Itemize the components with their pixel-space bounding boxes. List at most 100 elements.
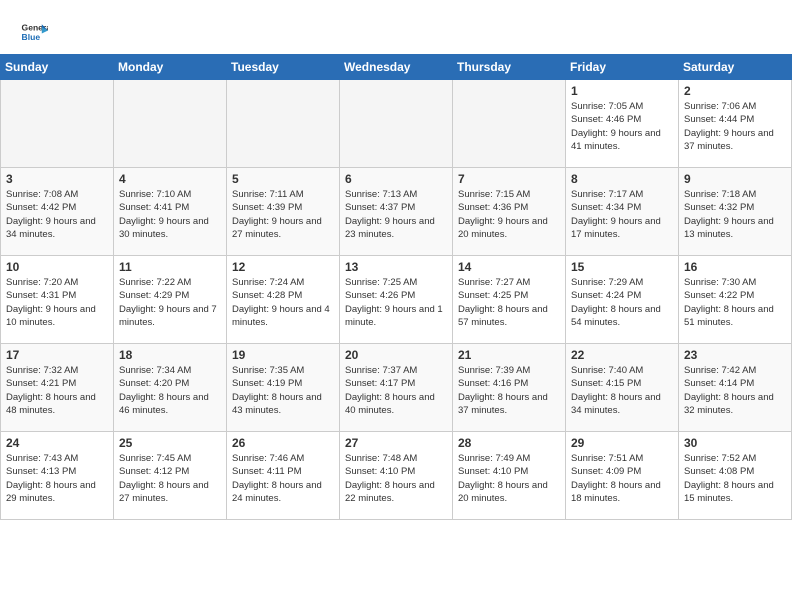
day-number: 26 (232, 436, 334, 450)
calendar-cell: 6 Sunrise: 7:13 AM Sunset: 4:37 PM Daylig… (340, 168, 453, 256)
day-info: Sunrise: 7:34 AM Sunset: 4:20 PM Dayligh… (119, 364, 221, 417)
calendar-cell: 27 Sunrise: 7:48 AM Sunset: 4:10 PM Dayli… (340, 432, 453, 520)
weekday-header-monday: Monday (114, 55, 227, 80)
calendar-cell: 22Sunrise: 7:40 AM Sunset: 4:15 PM Dayli… (566, 344, 679, 432)
calendar-week-2: 3 Sunrise: 7:08 AM Sunset: 4:42 PM Daylig… (1, 168, 792, 256)
day-info: Sunrise: 7:35 AM Sunset: 4:19 PM Dayligh… (232, 364, 334, 417)
calendar-cell: 18 Sunrise: 7:34 AM Sunset: 4:20 PM Dayli… (114, 344, 227, 432)
calendar-cell: 21Sunrise: 7:39 AM Sunset: 4:16 PM Dayli… (453, 344, 566, 432)
day-number: 7 (458, 172, 560, 186)
weekday-header-saturday: Saturday (679, 55, 792, 80)
day-number: 5 (232, 172, 334, 186)
weekday-header-friday: Friday (566, 55, 679, 80)
calendar-cell (1, 80, 114, 168)
day-info: Sunrise: 7:05 AM Sunset: 4:46 PM Dayligh… (571, 100, 673, 153)
calendar-cell: 20Sunrise: 7:37 AM Sunset: 4:17 PM Dayli… (340, 344, 453, 432)
day-number: 28 (458, 436, 560, 450)
day-info: Sunrise: 7:22 AM Sunset: 4:29 PM Dayligh… (119, 276, 221, 329)
day-number: 17 (6, 348, 108, 362)
day-number: 30 (684, 436, 786, 450)
calendar-cell: 23Sunrise: 7:42 AM Sunset: 4:14 PM Dayli… (679, 344, 792, 432)
day-number: 1 (571, 84, 673, 98)
day-number: 11 (119, 260, 221, 274)
day-number: 15 (571, 260, 673, 274)
day-info: Sunrise: 7:15 AM Sunset: 4:36 PM Dayligh… (458, 188, 560, 241)
calendar-cell: 4Sunrise: 7:10 AM Sunset: 4:41 PM Daylig… (114, 168, 227, 256)
day-number: 10 (6, 260, 108, 274)
calendar-cell: 3 Sunrise: 7:08 AM Sunset: 4:42 PM Daylig… (1, 168, 114, 256)
day-info: Sunrise: 7:46 AM Sunset: 4:11 PM Dayligh… (232, 452, 334, 505)
calendar-cell: 29 Sunrise: 7:51 AM Sunset: 4:09 PM Dayli… (566, 432, 679, 520)
weekday-header-wednesday: Wednesday (340, 55, 453, 80)
day-info: Sunrise: 7:24 AM Sunset: 4:28 PM Dayligh… (232, 276, 334, 329)
day-number: 27 (345, 436, 447, 450)
day-info: Sunrise: 7:48 AM Sunset: 4:10 PM Dayligh… (345, 452, 447, 505)
day-info: Sunrise: 7:17 AM Sunset: 4:34 PM Dayligh… (571, 188, 673, 241)
calendar-cell (453, 80, 566, 168)
calendar-cell (340, 80, 453, 168)
calendar-cell: 19 Sunrise: 7:35 AM Sunset: 4:19 PM Dayli… (227, 344, 340, 432)
day-info: Sunrise: 7:29 AM Sunset: 4:24 PM Dayligh… (571, 276, 673, 329)
day-number: 24 (6, 436, 108, 450)
calendar-cell: 14 Sunrise: 7:27 AM Sunset: 4:25 PM Dayli… (453, 256, 566, 344)
day-number: 19 (232, 348, 334, 362)
day-number: 29 (571, 436, 673, 450)
day-info: Sunrise: 7:49 AM Sunset: 4:10 PM Dayligh… (458, 452, 560, 505)
day-number: 3 (6, 172, 108, 186)
calendar-week-5: 24 Sunrise: 7:43 AM Sunset: 4:13 PM Dayli… (1, 432, 792, 520)
calendar-cell: 25Sunrise: 7:45 AM Sunset: 4:12 PM Dayli… (114, 432, 227, 520)
day-info: Sunrise: 7:11 AM Sunset: 4:39 PM Dayligh… (232, 188, 334, 241)
day-info: Sunrise: 7:51 AM Sunset: 4:09 PM Dayligh… (571, 452, 673, 505)
calendar-cell: 12 Sunrise: 7:24 AM Sunset: 4:28 PM Dayli… (227, 256, 340, 344)
calendar-cell: 5 Sunrise: 7:11 AM Sunset: 4:39 PM Daylig… (227, 168, 340, 256)
calendar-cell: 7 Sunrise: 7:15 AM Sunset: 4:36 PM Daylig… (453, 168, 566, 256)
day-info: Sunrise: 7:30 AM Sunset: 4:22 PM Dayligh… (684, 276, 786, 329)
day-number: 6 (345, 172, 447, 186)
day-info: Sunrise: 7:32 AM Sunset: 4:21 PM Dayligh… (6, 364, 108, 417)
calendar-cell (227, 80, 340, 168)
logo: General Blue (20, 18, 48, 46)
day-info: Sunrise: 7:43 AM Sunset: 4:13 PM Dayligh… (6, 452, 108, 505)
calendar-cell: 16Sunrise: 7:30 AM Sunset: 4:22 PM Dayli… (679, 256, 792, 344)
calendar-cell: 11 Sunrise: 7:22 AM Sunset: 4:29 PM Dayli… (114, 256, 227, 344)
calendar-week-3: 10 Sunrise: 7:20 AM Sunset: 4:31 PM Dayli… (1, 256, 792, 344)
calendar-cell: 15 Sunrise: 7:29 AM Sunset: 4:24 PM Dayli… (566, 256, 679, 344)
calendar-cell: 17 Sunrise: 7:32 AM Sunset: 4:21 PM Dayli… (1, 344, 114, 432)
calendar-header-row: SundayMondayTuesdayWednesdayThursdayFrid… (1, 55, 792, 80)
svg-text:Blue: Blue (22, 32, 41, 42)
logo-icon: General Blue (20, 18, 48, 46)
day-number: 12 (232, 260, 334, 274)
page-header: General Blue (0, 0, 792, 54)
day-info: Sunrise: 7:25 AM Sunset: 4:26 PM Dayligh… (345, 276, 447, 329)
day-number: 21 (458, 348, 560, 362)
day-info: Sunrise: 7:18 AM Sunset: 4:32 PM Dayligh… (684, 188, 786, 241)
day-info: Sunrise: 7:45 AM Sunset: 4:12 PM Dayligh… (119, 452, 221, 505)
calendar-cell: 13 Sunrise: 7:25 AM Sunset: 4:26 PM Dayli… (340, 256, 453, 344)
calendar-week-4: 17 Sunrise: 7:32 AM Sunset: 4:21 PM Dayli… (1, 344, 792, 432)
day-info: Sunrise: 7:20 AM Sunset: 4:31 PM Dayligh… (6, 276, 108, 329)
day-number: 13 (345, 260, 447, 274)
calendar-cell: 10 Sunrise: 7:20 AM Sunset: 4:31 PM Dayli… (1, 256, 114, 344)
day-info: Sunrise: 7:06 AM Sunset: 4:44 PM Dayligh… (684, 100, 786, 153)
calendar-cell: 1 Sunrise: 7:05 AM Sunset: 4:46 PM Daylig… (566, 80, 679, 168)
calendar-cell: 28 Sunrise: 7:49 AM Sunset: 4:10 PM Dayli… (453, 432, 566, 520)
day-number: 8 (571, 172, 673, 186)
day-number: 23 (684, 348, 786, 362)
day-info: Sunrise: 7:13 AM Sunset: 4:37 PM Dayligh… (345, 188, 447, 241)
day-info: Sunrise: 7:52 AM Sunset: 4:08 PM Dayligh… (684, 452, 786, 505)
day-info: Sunrise: 7:10 AM Sunset: 4:41 PM Dayligh… (119, 188, 221, 241)
calendar-week-1: 1 Sunrise: 7:05 AM Sunset: 4:46 PM Daylig… (1, 80, 792, 168)
day-info: Sunrise: 7:08 AM Sunset: 4:42 PM Dayligh… (6, 188, 108, 241)
day-number: 18 (119, 348, 221, 362)
day-number: 20 (345, 348, 447, 362)
day-number: 14 (458, 260, 560, 274)
calendar-cell (114, 80, 227, 168)
calendar-table: SundayMondayTuesdayWednesdayThursdayFrid… (0, 54, 792, 520)
day-number: 22 (571, 348, 673, 362)
calendar-cell: 26 Sunrise: 7:46 AM Sunset: 4:11 PM Dayli… (227, 432, 340, 520)
calendar-cell: 9 Sunrise: 7:18 AM Sunset: 4:32 PM Daylig… (679, 168, 792, 256)
day-info: Sunrise: 7:27 AM Sunset: 4:25 PM Dayligh… (458, 276, 560, 329)
day-number: 9 (684, 172, 786, 186)
day-number: 2 (684, 84, 786, 98)
calendar-cell: 30 Sunrise: 7:52 AM Sunset: 4:08 PM Dayli… (679, 432, 792, 520)
